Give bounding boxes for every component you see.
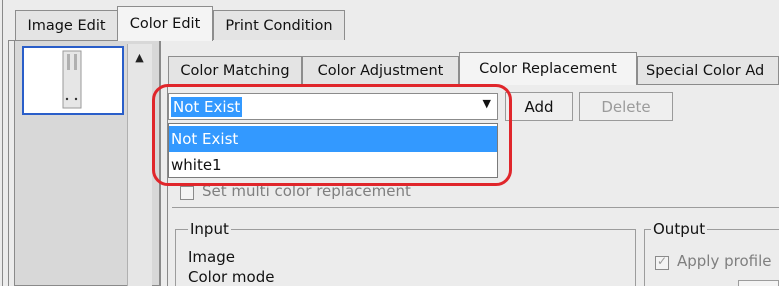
tab-color-adjustment-label: Color Adjustment	[317, 62, 444, 79]
output-group-title: Output	[651, 220, 708, 238]
input-color-mode-label: Color mode	[188, 268, 275, 286]
apply-profile-label: Apply profile	[677, 252, 772, 270]
tab-color-edit[interactable]: Color Edit	[117, 6, 213, 41]
tab-special-color-adjustment[interactable]: Special Color Ad	[637, 56, 779, 84]
scroll-up-arrow-icon[interactable]: ▲	[127, 44, 152, 70]
tab-color-edit-label: Color Edit	[129, 16, 201, 32]
bunny-thumbnail-icon	[24, 48, 122, 113]
panel-separator	[172, 207, 779, 208]
delete-button-label: Delete	[601, 97, 651, 116]
output-field-stub[interactable]	[738, 280, 779, 286]
tab-image-edit[interactable]: Image Edit	[15, 10, 118, 40]
tab-color-replacement[interactable]: Color Replacement	[459, 52, 637, 85]
delete-button[interactable]: Delete	[579, 92, 673, 121]
image-thumbnail[interactable]	[22, 46, 124, 115]
add-button[interactable]: Add	[505, 92, 573, 121]
window-left-border-2	[8, 40, 9, 286]
tab-color-adjustment[interactable]: Color Adjustment	[302, 56, 459, 84]
tab-print-condition-label: Print Condition	[225, 17, 333, 34]
input-image-label: Image	[188, 248, 235, 266]
tab-color-matching-label: Color Matching	[180, 62, 290, 79]
multi-color-checkbox[interactable]	[180, 186, 194, 200]
tab-print-condition[interactable]: Print Condition	[213, 10, 345, 40]
tab-special-color-label: Special Color Ad	[646, 62, 765, 79]
tab-color-replacement-label: Color Replacement	[479, 61, 617, 77]
thumbnail-scrollbar[interactable]	[127, 44, 152, 286]
callout-highlight-ring	[152, 84, 512, 186]
input-group-title: Input	[188, 220, 231, 238]
tab-color-matching[interactable]: Color Matching	[168, 56, 302, 84]
apply-profile-checkbox[interactable]	[655, 254, 669, 270]
add-button-label: Add	[524, 97, 554, 116]
tab-image-edit-label: Image Edit	[27, 17, 106, 34]
window-left-border	[2, 0, 3, 286]
